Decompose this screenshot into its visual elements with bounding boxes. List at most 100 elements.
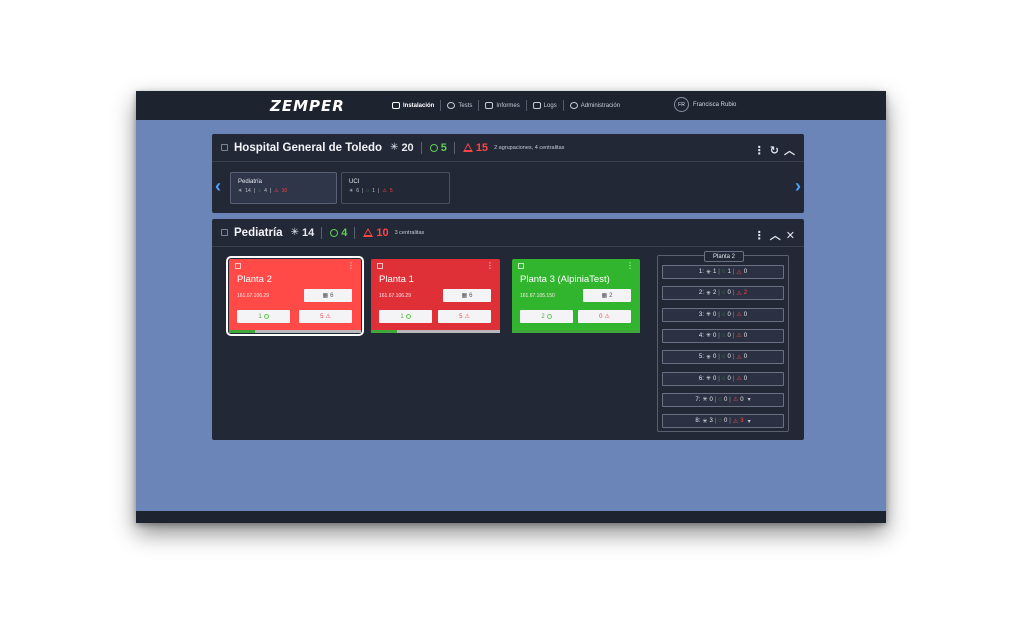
ok-circle-icon: ◌ (721, 354, 726, 361)
chevron-up-icon[interactable]: ︿ (770, 227, 781, 243)
warning-icon: ⚠ (604, 314, 610, 320)
nav-logs[interactable]: Logs (527, 100, 564, 111)
sensor-icon: ✳ (705, 290, 711, 297)
group-card-pediatria[interactable]: Pediatría ✳ 14 | ◌ 4 | ⚠ 10 (230, 172, 337, 204)
group-stats: ✳ 14 | ◌ 4 | ⚠ 10 (238, 188, 288, 194)
warning-icon: ⚠ (732, 418, 739, 425)
nav-instalacion[interactable]: Instalación (386, 100, 442, 111)
ok-circle-icon: ◌ (718, 418, 722, 425)
chevron-left-icon[interactable]: ‹ (215, 176, 221, 197)
card-ip: 161.67.105.150 (520, 293, 555, 299)
card-devices-badge[interactable]: ▦ 2 (583, 289, 631, 302)
pediatria-checkbox[interactable] (221, 229, 228, 236)
ok-circle-icon: ◌ (721, 269, 726, 275)
card-checkbox[interactable] (518, 263, 524, 269)
user-menu[interactable]: FR Francisca Rubio (674, 97, 736, 112)
more-vertical-icon[interactable]: ⋮ (626, 262, 634, 270)
floor-row[interactable]: 8: ✳ 3 | ◌ 0 | ⚠ 3 ▾ (662, 414, 784, 429)
floor-row[interactable]: 3: ✳ 0 | ◌ 0 | ⚠ 0 (662, 307, 784, 322)
ok-circle-icon: ◌ (718, 396, 722, 403)
zemper-logo[interactable]: ZEMPER (270, 97, 345, 115)
card-checkbox[interactable] (377, 263, 383, 269)
card-ok-button[interactable]: 1 (237, 310, 290, 323)
close-icon[interactable]: ✕ (786, 229, 795, 242)
more-vertical-icon[interactable]: ⋮ (347, 262, 355, 270)
group-card-uci[interactable]: UCI ✳ 6 | ◌ 1 | ⚠ 5 (341, 172, 450, 204)
warning-icon: ⚠ (325, 314, 331, 320)
document-icon (485, 102, 494, 109)
card-devices-badge[interactable]: ▦ 6 (304, 289, 352, 302)
pediatria-ok-stat: 4 (330, 227, 347, 239)
warning-icon: ⚠ (736, 290, 742, 297)
ok-circle-icon (263, 314, 269, 319)
centralita-card-planta-3[interactable]: ⋮ Planta 3 (AlpiniaTest) 161.67.105.150 … (512, 259, 640, 333)
hospital-checkbox[interactable] (221, 144, 228, 151)
more-vertical-icon[interactable]: ⋮ (754, 229, 765, 242)
ok-circle-icon: ◌ (721, 290, 726, 297)
floor-row[interactable]: 1: ✳ 1 | ◌ 1 | ⚠ 0 (662, 265, 784, 279)
chevron-right-icon[interactable]: › (795, 176, 801, 197)
floor-row[interactable]: 6: ✳ 0 | ◌ 0 | ⚠ 0 (662, 371, 784, 386)
app-screen: ZEMPER Instalación Tests Informes Logs A… (136, 91, 886, 523)
gear-icon (569, 102, 578, 109)
progress-fill (229, 330, 256, 333)
hospital-panel: Hospital General de Toledo ✳ 20 5 15 2 ag… (212, 134, 804, 213)
sensor-icon: ✳ (390, 142, 399, 153)
floor-row[interactable]: 2: ✳ 2 | ◌ 0 | ⚠ 2 (662, 286, 784, 301)
list-icon (532, 102, 541, 109)
card-ip: 161.67.106.29 (379, 293, 411, 299)
floor-row[interactable]: 5: ✳ 0 | ◌ 0 | ⚠ 0 (662, 350, 784, 365)
nav-informes[interactable]: Informes (479, 100, 527, 111)
sensor-icon: ✳ (705, 333, 711, 340)
card-ok-button[interactable]: 1 (379, 310, 432, 323)
pediatria-alert-stat: 10 (363, 227, 389, 239)
user-name: Francisca Rubio (693, 101, 737, 108)
warning-icon: ⚠ (464, 314, 470, 320)
ok-circle-icon (429, 143, 438, 152)
sensor-icon: ✳ (705, 376, 711, 382)
nav-administracion[interactable]: Administración (564, 100, 626, 111)
more-vertical-icon[interactable]: ⋮ (486, 262, 494, 270)
main-nav: Instalación Tests Informes Logs Administ… (386, 100, 626, 111)
sensor-icon: ✳ (290, 227, 299, 238)
pediatria-panel: Pediatría ✳ 14 4 10 3 centralitas ⋮ ︿ ✕ ⋮… (212, 219, 804, 440)
card-alert-button[interactable]: 5 ⚠ (299, 310, 352, 323)
chevron-down-icon[interactable]: ▾ (748, 418, 751, 425)
chevron-up-icon[interactable]: ︿ (784, 142, 795, 158)
floor-row[interactable]: 7: ✳ 0 | ◌ 0 | ⚠ 0 ▾ (662, 392, 784, 407)
warning-icon: ⚠ (732, 397, 739, 404)
divider (321, 226, 323, 239)
sensor-icon: ✳ (705, 354, 711, 361)
ok-circle-icon: ◌ (721, 375, 726, 382)
more-vertical-icon[interactable]: ⋮ (754, 144, 765, 157)
bottom-bar (136, 511, 886, 523)
progress-fill (371, 330, 397, 333)
ok-circle-icon: ◌ (721, 332, 726, 339)
card-ok-button[interactable]: 2 (520, 310, 573, 323)
hospital-title: Hospital General de Toledo (234, 141, 383, 154)
floors-title: Planta 2 (704, 251, 744, 262)
sensor-icon: ✳ (702, 418, 708, 425)
warning-icon: ⚠ (736, 269, 742, 276)
nav-tests[interactable]: Tests (441, 100, 480, 111)
devices-icon: ▦ (601, 293, 608, 299)
group-stats: ✳ 6 | ◌ 1 | ⚠ 5 (349, 188, 393, 194)
ok-circle-icon: ◌ (721, 311, 726, 318)
card-devices-badge[interactable]: ▦ 6 (443, 289, 491, 302)
card-alert-button[interactable]: 0 ⚠ (578, 310, 631, 323)
card-alert-button[interactable]: 5 ⚠ (438, 310, 491, 323)
card-checkbox[interactable] (235, 263, 241, 269)
centralita-card-planta-2[interactable]: ⋮ Planta 2 161.67.106.29 ▦ 6 1 5 ⚠ (226, 256, 364, 336)
floor-row[interactable]: 4: ✳ 0 | ◌ 0 | ⚠ 0 (662, 328, 784, 343)
ok-circle-icon (546, 314, 552, 319)
sensor-icon: ✳ (705, 269, 711, 276)
chevron-down-icon[interactable]: ▾ (748, 396, 751, 403)
check-circle-icon (447, 102, 456, 109)
divider (354, 226, 356, 239)
pediatria-actions: ⋮ ︿ ✕ (754, 227, 795, 243)
centralita-card-planta-1[interactable]: ⋮ Planta 1 161.67.106.29 ▦ 6 1 5 ⚠ (371, 259, 500, 333)
warning-icon: ⚠ (736, 354, 742, 361)
divider (420, 141, 422, 154)
refresh-icon[interactable]: ↻ (770, 144, 779, 157)
card-ip: 161.67.106.29 (237, 293, 269, 299)
